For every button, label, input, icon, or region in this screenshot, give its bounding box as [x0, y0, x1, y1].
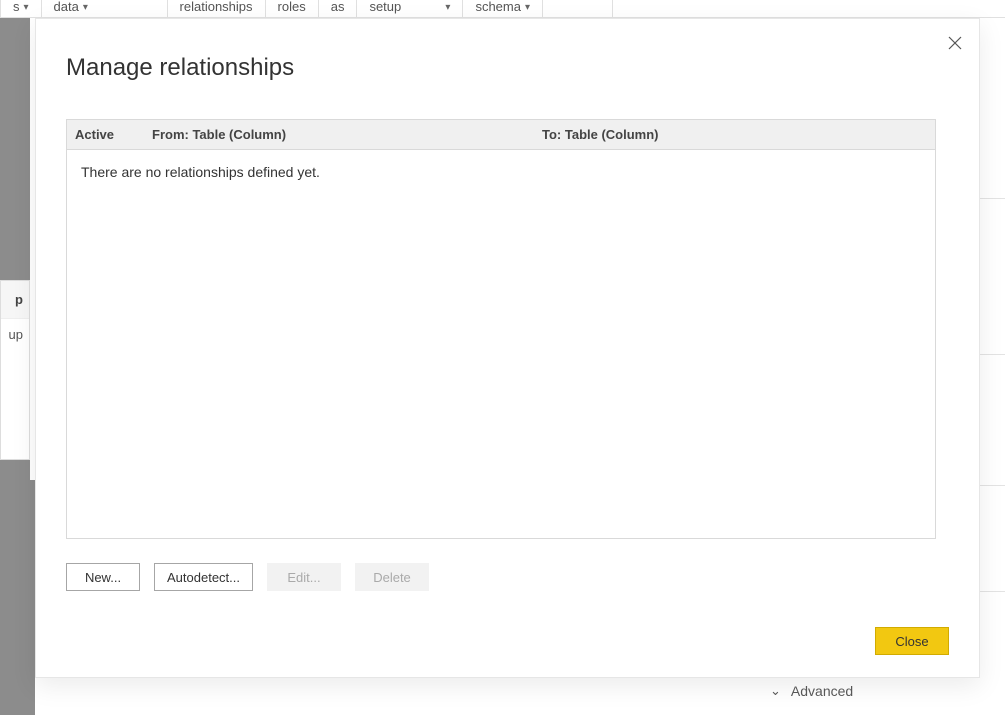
ribbon-label: data [54, 0, 79, 14]
ribbon-item-empty [543, 0, 613, 18]
dialog-title: Manage relationships [66, 54, 294, 82]
column-header-to[interactable]: To: Table (Column) [542, 127, 935, 142]
ribbon-label: relationships [180, 0, 253, 14]
ribbon-label: schema [475, 0, 521, 14]
ribbon-item-roles[interactable]: roles [266, 0, 319, 18]
autodetect-button[interactable]: Autodetect... [154, 563, 253, 591]
close-icon[interactable] [945, 33, 965, 53]
ribbon-label: roles [278, 0, 306, 14]
chevron-down-icon: ▾ [24, 1, 29, 15]
ribbon-item-as[interactable]: as [319, 0, 358, 18]
manage-relationships-dialog: Manage relationships Active From: Table … [35, 18, 980, 678]
column-header-active[interactable]: Active [67, 127, 152, 142]
ribbon-label: s [13, 0, 20, 14]
side-panel: p up [0, 280, 30, 460]
ribbon-item-relationships[interactable]: relationships [168, 0, 266, 18]
advanced-section[interactable]: ⌄ Advanced [770, 683, 853, 699]
column-header-from[interactable]: From: Table (Column) [152, 127, 542, 142]
side-panel-row: up [1, 319, 29, 349]
ribbon-item-setup[interactable]: setup ▾ [357, 0, 463, 18]
right-pane-slice [980, 18, 1005, 715]
close-button[interactable]: Close [875, 627, 949, 655]
new-button[interactable]: New... [66, 563, 140, 591]
ribbon-menu: s ▾ data ▾ relationships roles as setup … [0, 0, 1005, 18]
chevron-down-icon: ▾ [525, 1, 530, 15]
chevron-down-icon: ▾ [83, 1, 88, 15]
relationships-table: Active From: Table (Column) To: Table (C… [66, 119, 936, 539]
dialog-footer: Close [875, 627, 949, 655]
edit-button: Edit... [267, 563, 341, 591]
canvas-background-lower [0, 480, 35, 715]
ribbon-item-s[interactable]: s ▾ [0, 0, 42, 18]
ribbon-item-schema[interactable]: schema ▾ [463, 0, 543, 18]
ribbon-item-data[interactable]: data ▾ [42, 0, 168, 18]
table-header: Active From: Table (Column) To: Table (C… [67, 120, 935, 150]
dialog-action-buttons: New... Autodetect... Edit... Delete [66, 563, 429, 591]
table-empty-message: There are no relationships defined yet. [67, 150, 935, 194]
chevron-down-icon: ⌄ [770, 683, 781, 699]
ribbon-label: setup [369, 0, 401, 14]
ribbon-label: as [331, 0, 345, 14]
side-panel-header: p [1, 281, 29, 319]
chevron-down-icon: ▾ [445, 1, 450, 15]
advanced-label: Advanced [791, 683, 853, 699]
delete-button: Delete [355, 563, 429, 591]
